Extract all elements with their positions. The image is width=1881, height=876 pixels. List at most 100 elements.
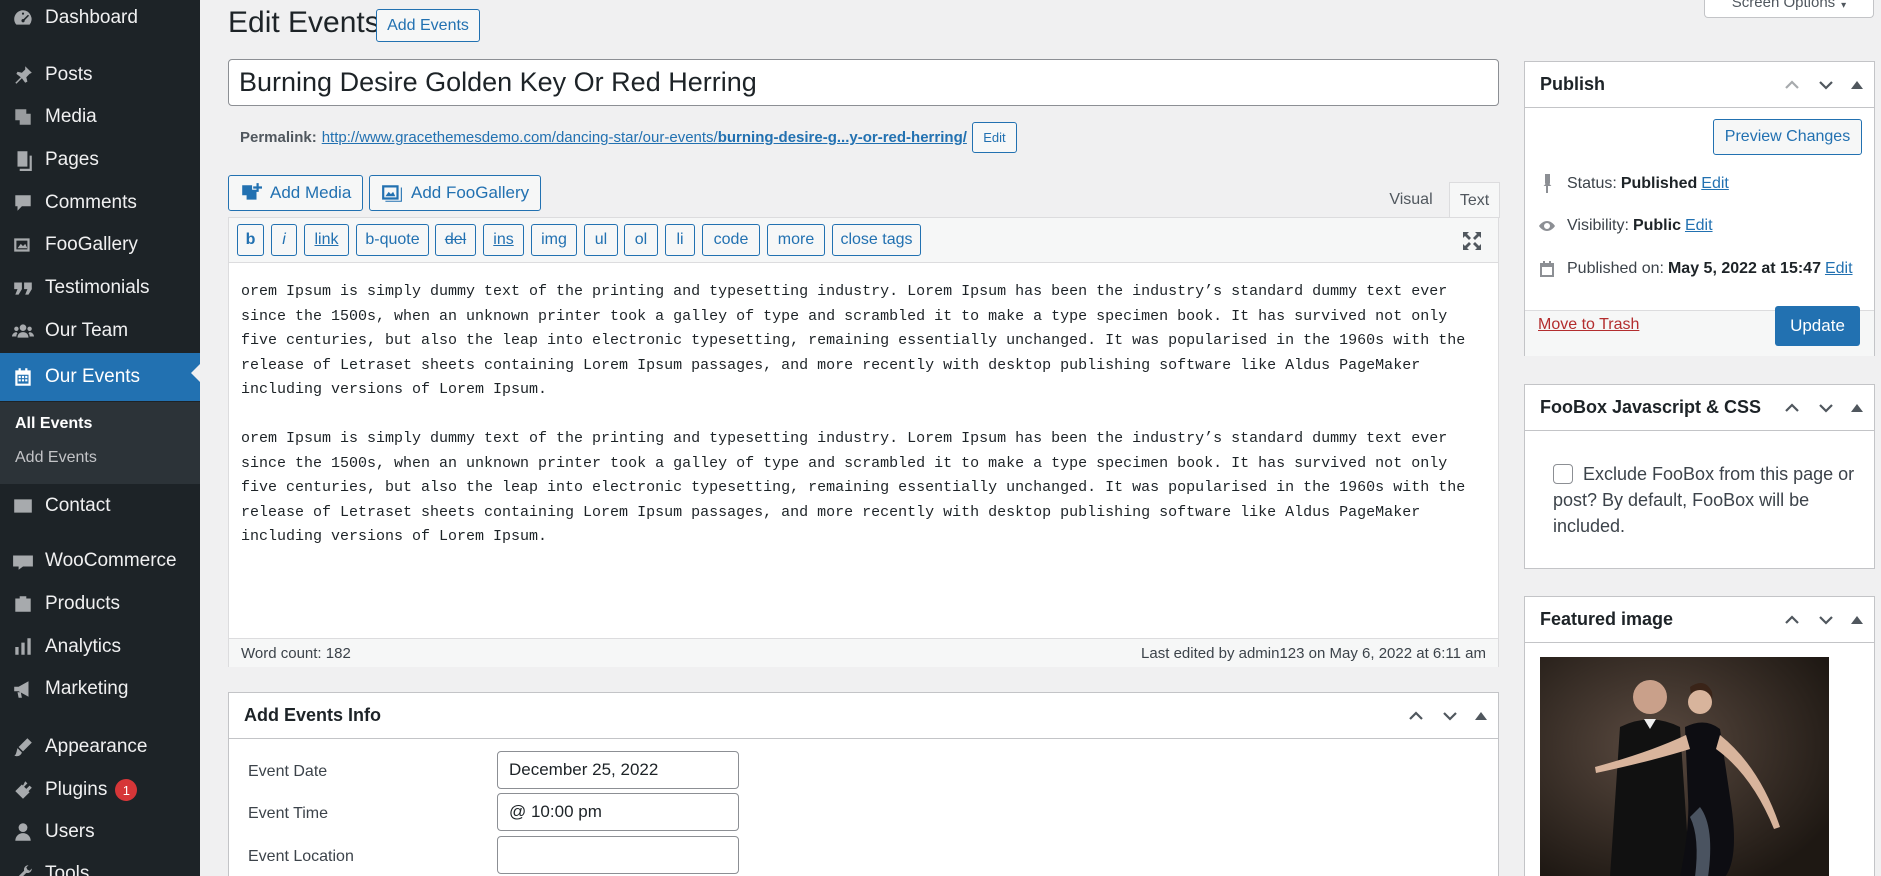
pages-icon xyxy=(0,149,45,171)
pin-icon xyxy=(1543,174,1552,193)
woo-icon xyxy=(0,550,45,572)
sidebar-item-foogallery[interactable]: FooGallery xyxy=(0,225,200,265)
qt-italic-button[interactable]: i xyxy=(271,224,297,256)
add-events-button[interactable]: Add Events xyxy=(376,9,480,42)
chevron-down-icon[interactable] xyxy=(1816,398,1836,418)
qt-link-button[interactable]: link xyxy=(304,224,349,256)
sidebar-item-plugins[interactable]: Plugins 1 xyxy=(0,770,200,810)
status-row: Status: Published Edit xyxy=(1537,174,1729,194)
sidebar-item-our-team[interactable]: Our Team xyxy=(0,311,200,351)
permalink-link[interactable]: http://www.gracethemesdemo.com/dancing-s… xyxy=(322,129,967,146)
qt-bold-button[interactable]: b xyxy=(237,224,264,256)
editor-paragraph: orem Ipsum is simply dummy text of the p… xyxy=(241,430,1466,545)
sidebar-item-our-events[interactable]: Our Events xyxy=(0,353,200,401)
permalink-edit-button[interactable]: Edit xyxy=(971,122,1017,153)
events-info-metabox: Add Events Info Event Date December 25, … xyxy=(228,692,1499,876)
status-value: Published xyxy=(1620,175,1698,192)
sidebar-item-analytics[interactable]: Analytics xyxy=(0,627,200,667)
status-label: Status: xyxy=(1567,175,1617,192)
event-time-input[interactable]: @ 10:00 pm xyxy=(497,793,739,831)
featured-image-thumbnail[interactable] xyxy=(1540,657,1829,876)
plugin-icon xyxy=(0,779,45,801)
visibility-edit-link[interactable]: Edit xyxy=(1685,217,1713,235)
chevron-up-icon[interactable] xyxy=(1782,75,1802,95)
sidebar-item-label: Products xyxy=(45,593,120,614)
chevron-down-icon[interactable] xyxy=(1816,610,1836,630)
tab-text[interactable]: Text xyxy=(1449,182,1500,218)
sidebar-item-label: Comments xyxy=(45,192,137,213)
chevron-up-icon[interactable] xyxy=(1782,610,1802,630)
sidebar-item-marketing[interactable]: Marketing xyxy=(0,669,200,709)
collapse-triangle-icon[interactable] xyxy=(1850,401,1864,415)
qt-li-button[interactable]: li xyxy=(665,224,695,256)
fullscreen-icon[interactable] xyxy=(1461,230,1483,252)
qt-more-button[interactable]: more xyxy=(767,224,825,256)
sidebar-item-comments[interactable]: Comments xyxy=(0,183,200,223)
event-location-input[interactable] xyxy=(497,836,739,874)
email-icon xyxy=(0,495,45,517)
sidebar-item-label: WooCommerce xyxy=(45,550,177,571)
comment-icon xyxy=(0,192,45,214)
screen-options-button[interactable]: Screen Options ▾ xyxy=(1704,0,1874,18)
sidebar-item-posts[interactable]: Posts xyxy=(0,55,200,95)
admin-sidebar: Dashboard Posts Media Pages Comments Foo… xyxy=(0,0,200,876)
event-date-input[interactable]: December 25, 2022 xyxy=(497,751,739,789)
collapse-triangle-icon[interactable] xyxy=(1850,613,1864,627)
dashboard-icon xyxy=(0,7,45,29)
products-icon xyxy=(0,593,45,615)
collapse-triangle-icon[interactable] xyxy=(1474,709,1488,723)
sidebar-item-dashboard[interactable]: Dashboard xyxy=(0,0,200,38)
sidebar-item-label: Testimonials xyxy=(45,277,150,298)
add-media-button[interactable]: Add Media xyxy=(228,175,364,211)
published-edit-link[interactable]: Edit xyxy=(1825,260,1853,278)
eye-icon xyxy=(1539,221,1555,231)
add-foogallery-label: Add FooGallery xyxy=(411,183,530,202)
sidebar-item-products[interactable]: Products xyxy=(0,584,200,624)
editor-content[interactable]: orem Ipsum is simply dummy text of the p… xyxy=(241,280,1491,574)
sidebar-item-label: Appearance xyxy=(45,736,148,757)
gallery-icon xyxy=(0,234,45,256)
qt-del-button[interactable]: del xyxy=(435,224,476,256)
permalink-label: Permalink: xyxy=(240,129,317,146)
chevron-up-icon[interactable] xyxy=(1406,706,1426,726)
sidebar-item-appearance[interactable]: Appearance xyxy=(0,727,200,767)
qt-blockquote-button[interactable]: b-quote xyxy=(356,224,429,256)
status-edit-link[interactable]: Edit xyxy=(1701,175,1729,193)
sidebar-item-tools[interactable]: Tools xyxy=(0,854,200,876)
sidebar-item-users[interactable]: Users xyxy=(0,812,200,852)
megaphone-icon xyxy=(0,678,45,700)
qt-ol-button[interactable]: ol xyxy=(624,224,658,256)
qt-img-button[interactable]: img xyxy=(531,224,577,256)
sidebar-item-media[interactable]: Media xyxy=(0,97,200,137)
exclude-foobox-label: Exclude FooBox from this page or post? B… xyxy=(1553,464,1855,536)
chevron-down-icon[interactable] xyxy=(1440,706,1460,726)
submenu-add-events[interactable]: Add Events xyxy=(15,449,97,467)
qt-ins-button[interactable]: ins xyxy=(483,224,524,256)
qt-close-tags-button[interactable]: close tags xyxy=(832,224,921,256)
qt-ul-button[interactable]: ul xyxy=(584,224,618,256)
published-on-row: Published on: May 5, 2022 at 15:47 Edit xyxy=(1537,259,1853,279)
event-location-label: Event Location xyxy=(248,848,354,865)
permalink-slug: burning-desire-g...y-or-red-herring/ xyxy=(717,129,967,146)
qt-code-button[interactable]: code xyxy=(702,224,760,256)
update-button[interactable]: Update xyxy=(1775,306,1860,346)
collapse-triangle-icon[interactable] xyxy=(1850,78,1864,92)
chart-bar-icon xyxy=(0,636,45,658)
sidebar-item-woocommerce[interactable]: WooCommerce xyxy=(0,541,200,581)
sidebar-item-testimonials[interactable]: Testimonials xyxy=(0,268,200,308)
publish-metabox: Publish Preview Changes Status: Publishe… xyxy=(1524,61,1875,356)
submenu-all-events[interactable]: All Events xyxy=(15,415,92,433)
featured-image-metabox: Featured image xyxy=(1524,596,1875,876)
tab-visual[interactable]: Visual xyxy=(1379,182,1443,218)
chevron-down-icon[interactable] xyxy=(1816,75,1836,95)
move-to-trash-link[interactable]: Move to Trash xyxy=(1538,316,1639,334)
sidebar-item-pages[interactable]: Pages xyxy=(0,140,200,180)
add-foogallery-button[interactable]: Add FooGallery xyxy=(369,175,542,211)
chevron-up-icon[interactable] xyxy=(1782,398,1802,418)
preview-changes-button[interactable]: Preview Changes xyxy=(1713,119,1862,155)
sidebar-item-contact[interactable]: Contact xyxy=(0,486,200,526)
last-edited: Last edited by admin123 on May 6, 2022 a… xyxy=(1141,644,1486,662)
calendar-icon xyxy=(0,366,45,388)
metabox-title: Publish xyxy=(1540,74,1606,94)
post-title-input[interactable]: Burning Desire Golden Key Or Red Herring xyxy=(228,59,1499,106)
